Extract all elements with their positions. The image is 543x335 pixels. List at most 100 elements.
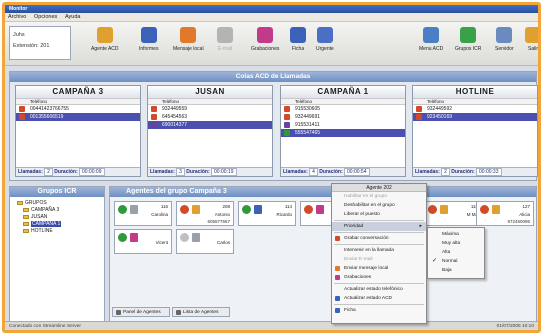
call-state-icon: [19, 114, 25, 120]
menu-item-icon: [335, 266, 340, 271]
toolbar-reports-button[interactable]: Informes: [139, 27, 158, 52]
agent-card[interactable]: 118 M Ma: [424, 201, 482, 226]
call-state-icon: [416, 114, 422, 120]
priority-option[interactable]: ✓ Normal: [428, 257, 484, 266]
status-datetime: 01/07/2005 10:10: [496, 324, 534, 329]
queued-call-row[interactable]: 932449592: [413, 105, 537, 113]
agent-card[interactable]: 116 Carolina: [114, 201, 172, 226]
urgent-icon: [316, 27, 333, 43]
toolbar-card-button[interactable]: Ficha: [290, 27, 306, 52]
priority-option[interactable]: Baja: [428, 266, 484, 275]
menu-opciones[interactable]: Opciones: [31, 13, 60, 22]
context-menu-item[interactable]: Actualizar estado telefónico: [332, 285, 426, 294]
context-menu-item[interactable]: Intervenir en la llamada: [332, 246, 426, 255]
menu-separator: [334, 220, 424, 221]
queued-call-row[interactable]: 915530605: [281, 105, 405, 113]
priority-option[interactable]: Muy alta: [428, 239, 484, 248]
agent-status-icon: [180, 233, 189, 242]
context-menu-item-label: Ficha: [344, 308, 356, 313]
agent-device-icon: [492, 205, 500, 214]
agent-card[interactable]: 114 Ricardo: [238, 201, 296, 226]
check-icon: ✓: [432, 258, 438, 264]
queued-call-row[interactable]: 923450169: [413, 113, 537, 121]
agent-phone: 605577667: [207, 219, 230, 224]
phone-number: 915531411: [295, 122, 320, 128]
priority-option[interactable]: Alta: [428, 248, 484, 257]
tree-item-group[interactable]: CAMPAÑA 3: [13, 207, 101, 214]
calls-label: Llamadas:: [283, 169, 308, 175]
context-menu-item[interactable]: Actualizar estado ACD: [332, 294, 426, 303]
tree-item-group[interactable]: HOTLINE: [13, 228, 101, 235]
toolbar-menu-acd-button[interactable]: Menu ACD: [419, 27, 443, 52]
card-icon: [290, 27, 306, 43]
context-menu-item[interactable]: Grabaciones: [332, 273, 426, 282]
tab-lista-agentes[interactable]: Lista de Agentes: [172, 307, 230, 317]
toolbar-urgent-button[interactable]: Urgente: [316, 27, 334, 52]
duration-value: 00:00:19: [211, 168, 237, 176]
phone-number: 645454563: [162, 114, 188, 120]
groups-panel-title: Grupos ICR: [10, 187, 104, 197]
tree-item-group[interactable]: CAMPAÑA 1: [13, 221, 101, 228]
queued-call-row[interactable]: 645454563: [148, 113, 272, 121]
context-menu-item-label: Enviar mensaje local: [344, 266, 389, 271]
context-menu-item[interactable]: Deshabilitar en el grupo: [332, 201, 426, 210]
tree-item-group[interactable]: JUSAN: [13, 214, 101, 221]
context-menu-item[interactable]: Prioridad ▸: [332, 222, 426, 231]
agent-extension: 127: [522, 204, 530, 209]
agent-extension: 208: [222, 204, 230, 209]
tree-item-label: JUSAN: [31, 214, 48, 220]
message-icon: [180, 27, 197, 43]
email-icon: [217, 27, 233, 43]
context-menu-item: Habilitar en el grupo: [332, 192, 426, 201]
agent-card[interactable]: 127 Alicia 972450096: [476, 201, 534, 226]
agent-card[interactable]: Vicent: [114, 229, 172, 254]
toolbar-email-button[interactable]: E-mail: [217, 27, 233, 52]
call-state-icon: [284, 106, 290, 112]
phone-number: 00441423766755: [30, 106, 69, 112]
tab-panel-agentes[interactable]: Panel de Agentes: [112, 307, 170, 317]
menu-item-icon: [335, 275, 340, 280]
user-extension: Extensión: 201: [13, 43, 50, 49]
call-state-icon: [19, 106, 25, 112]
menu-ayuda[interactable]: Ayuda: [62, 13, 84, 22]
toolbar-groups-icr-button[interactable]: Grupos ICR: [455, 27, 481, 52]
menu-archivo[interactable]: Archivo: [5, 13, 29, 22]
context-menu-item[interactable]: Liberar el puesto: [332, 210, 426, 219]
folder-icon: [23, 228, 29, 233]
queued-call-row[interactable]: 915531411: [281, 121, 405, 129]
queued-call-row[interactable]: 00441423766755: [16, 105, 140, 113]
agent-card[interactable]: Carlos: [176, 229, 234, 254]
toolbar-label: Agente ACD: [91, 46, 119, 52]
campaign-name: HOTLINE: [413, 86, 537, 98]
queued-call-row[interactable]: 932449691: [281, 113, 405, 121]
campaign-name: JUSAN: [148, 86, 272, 98]
toolbar-recordings-button[interactable]: Grabaciones: [251, 27, 279, 52]
queued-call-row[interactable]: 932449559: [148, 105, 272, 113]
call-state-icon: [151, 122, 157, 128]
queued-call-row[interactable]: 001355606519: [16, 113, 140, 121]
agent-device-icon: [192, 205, 200, 214]
tree-root[interactable]: GRUPOS: [13, 200, 101, 207]
context-menu-item[interactable]: Enviar mensaje local: [332, 264, 426, 273]
calls-count: 2: [441, 168, 450, 176]
context-menu-item[interactable]: Ficha: [332, 306, 426, 315]
campaign-stats: Llamadas: 2 Duración: 00:00:33: [413, 167, 537, 176]
agent-card[interactable]: 208 Antonio 605577667: [176, 201, 234, 226]
toolbar-exit-button[interactable]: Salir: [525, 27, 538, 52]
toolbar-server-button[interactable]: Servidor: [495, 27, 514, 52]
toolbar-label: Servidor: [495, 46, 514, 52]
calls-count: 2: [44, 168, 53, 176]
phone-number: 932449559: [162, 106, 188, 112]
toolbar-agent-acd-button[interactable]: Agente ACD: [91, 27, 119, 52]
queued-call-row[interactable]: 555547465: [281, 129, 405, 137]
priority-option[interactable]: Máxima: [428, 230, 484, 239]
groups-panel: Grupos ICR GRUPOS CAMPAÑA 3 JUSAN CAMPAÑA …: [9, 186, 105, 324]
duration-label: Duración:: [451, 169, 475, 175]
toolbar-message-button[interactable]: Mensaje local: [173, 27, 204, 52]
menu-separator: [334, 232, 424, 233]
menu-item-icon: [335, 308, 340, 313]
context-menu-item[interactable]: Grabar conversación: [332, 234, 426, 243]
toolbar: Juhs Extensión: 201 Agente ACD Informes Me…: [5, 22, 538, 66]
queued-call-row[interactable]: 690014377: [148, 121, 272, 129]
server-icon: [496, 27, 513, 43]
